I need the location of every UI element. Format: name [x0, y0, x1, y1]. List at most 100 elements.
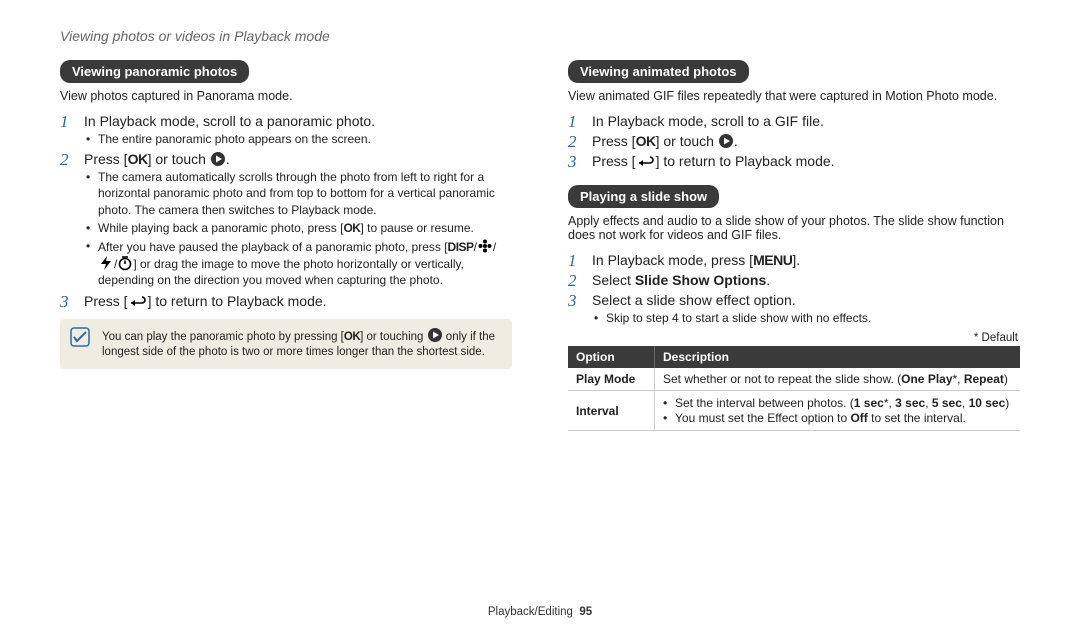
note-icon [70, 327, 90, 347]
step-text-part-a: Press [ [84, 151, 128, 167]
footer-section: Playback/Editing [488, 606, 573, 618]
opt-name: Interval [568, 391, 655, 431]
text-b: ] or touch [656, 133, 718, 149]
section-heading-animated: Viewing animated photos [568, 60, 749, 83]
slide-show-options-label: Slide Show Options [635, 272, 766, 288]
opt-name: Play Mode [568, 368, 655, 391]
manual-page: Viewing photos or videos in Playback mod… [0, 0, 1080, 630]
t: to set the interval. [868, 411, 966, 425]
t: , [962, 396, 969, 410]
steps-panoramic: In Playback mode, scroll to a panoramic … [60, 113, 512, 309]
play-icon [427, 327, 443, 343]
back-icon [636, 154, 656, 169]
step-text: In Playback mode, scroll to a panoramic … [84, 113, 375, 129]
footer-page-number: 95 [579, 606, 592, 618]
step-3: Press [ ] to return to Playback mode. [60, 293, 512, 309]
step-2: Select Slide Show Options. [568, 272, 1020, 288]
section-intro: View animated GIF files repeatedly that … [568, 89, 1020, 103]
page-title: Viewing photos or videos in Playback mod… [60, 28, 1020, 44]
t: Set whether or not to repeat the slide s… [663, 372, 901, 386]
text-a: Press [ [592, 153, 636, 169]
step-3-bullet: Skip to step 4 to start a slide show wit… [594, 310, 1020, 326]
col-header-option: Option [568, 346, 655, 368]
text-b: ]. [792, 252, 800, 268]
t: Repeat [964, 372, 1004, 386]
step-3: Press [ ] to return to Playback mode. [568, 153, 1020, 169]
text-b: ] to pause or resume. [360, 221, 473, 235]
ok-glyph: OK [344, 331, 360, 343]
text-a: Press [ [84, 293, 128, 309]
steps-slideshow: In Playback mode, press [MENU]. Select S… [568, 252, 1020, 326]
text-a: Select [592, 272, 635, 288]
step-3: Select a slide show effect option. Skip … [568, 292, 1020, 326]
text-b: ] or drag the image to move the photo ho… [98, 257, 464, 287]
opt-desc: Set whether or not to repeat the slide s… [655, 368, 1021, 391]
steps-animated: In Playback mode, scroll to a GIF file. … [568, 113, 1020, 169]
text-a: After you have paused the playback of a … [98, 240, 448, 254]
disp-glyph: DISP [448, 240, 474, 254]
t: *, [884, 396, 895, 410]
t: *, [953, 372, 964, 386]
back-icon [128, 294, 148, 309]
cell-line-1: Set the interval between photos. (1 sec*… [663, 396, 1012, 410]
table-row: Play Mode Set whether or not to repeat t… [568, 368, 1020, 391]
section-intro: View photos captured in Panorama mode. [60, 89, 512, 103]
step-2-bullet-2: While playing back a panoramic photo, pr… [86, 220, 512, 236]
text-c: . [734, 133, 738, 149]
text-a: While playing back a panoramic photo, pr… [98, 221, 343, 235]
text-a: In Playback mode, press [ [592, 252, 753, 268]
t: 10 sec [969, 396, 1006, 410]
text-c: . [766, 272, 770, 288]
t: Off [850, 411, 867, 425]
section-heading-slideshow: Playing a slide show [568, 185, 719, 208]
t: ) [1004, 372, 1008, 386]
timer-icon [117, 255, 133, 271]
left-column: Viewing panoramic photos View photos cap… [60, 60, 512, 606]
right-column: Viewing animated photos View animated GI… [568, 60, 1020, 606]
step-2-bullet-3: After you have paused the playback of a … [86, 238, 512, 289]
step-text-part-c: . [226, 151, 230, 167]
ok-glyph: OK [343, 221, 360, 235]
step-text: Select a slide show effect option. [592, 292, 796, 308]
note-text-b: ] or touching [360, 331, 426, 343]
menu-glyph: MENU [753, 252, 792, 268]
step-1-bullet: The entire panoramic photo appears on th… [86, 131, 512, 147]
ok-glyph: OK [636, 133, 656, 149]
t: 5 sec [932, 396, 962, 410]
section-intro: Apply effects and audio to a slide show … [568, 214, 1020, 242]
flash-icon [98, 255, 114, 271]
text-b: ] to return to Playback mode. [656, 153, 835, 169]
t: Set the interval between photos. ( [675, 396, 854, 410]
step-2: Press [OK] or touch . [568, 133, 1020, 149]
options-table: Option Description Play Mode Set whether… [568, 346, 1020, 431]
opt-desc: Set the interval between photos. (1 sec*… [655, 391, 1021, 431]
play-icon [718, 133, 734, 149]
default-label: * Default [568, 332, 1018, 344]
macro-icon [477, 238, 493, 254]
step-1: In Playback mode, scroll to a GIF file. [568, 113, 1020, 129]
col-header-description: Description [655, 346, 1021, 368]
play-icon [210, 151, 226, 167]
cell-line-2: You must set the Effect option to Off to… [663, 411, 1012, 425]
ok-glyph: OK [128, 151, 148, 167]
t: 1 sec [854, 396, 884, 410]
note-box: You can play the panoramic photo by pres… [60, 319, 512, 369]
t: ) [1005, 396, 1009, 410]
note-text-a: You can play the panoramic photo by pres… [102, 331, 344, 343]
step-text: In Playback mode, scroll to a GIF file. [592, 113, 824, 129]
step-1: In Playback mode, scroll to a panoramic … [60, 113, 512, 147]
text-b: ] to return to Playback mode. [148, 293, 327, 309]
page-footer: Playback/Editing 95 [60, 606, 1020, 618]
step-2: Press [OK] or touch . The camera automat… [60, 151, 512, 288]
t: 3 sec [895, 396, 925, 410]
step-2-bullet-1: The camera automatically scrolls through… [86, 169, 512, 218]
section-heading-panoramic: Viewing panoramic photos [60, 60, 249, 83]
text-a: Press [ [592, 133, 636, 149]
slash: / [493, 240, 496, 254]
step-1: In Playback mode, press [MENU]. [568, 252, 1020, 268]
table-row: Interval Set the interval between photos… [568, 391, 1020, 431]
t: You must set the Effect option to [675, 411, 850, 425]
t: , [925, 396, 932, 410]
t: One Play [901, 372, 952, 386]
step-text-part-b: ] or touch [148, 151, 210, 167]
